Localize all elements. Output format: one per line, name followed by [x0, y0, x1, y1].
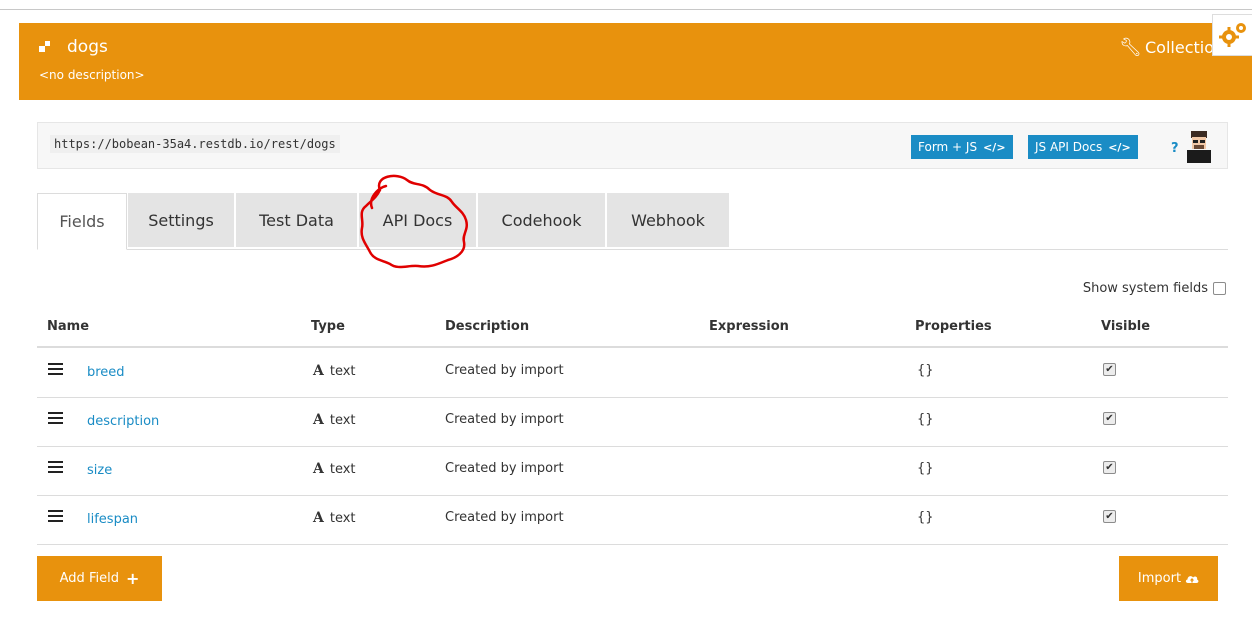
- endpoint-bar: https://bobean-35a4.restdb.io/rest/dogs …: [37, 122, 1228, 169]
- text-type-icon: A: [313, 363, 324, 379]
- cloud-upload-icon: [1185, 576, 1199, 583]
- collection-settings-link[interactable]: 🔧︎ Collectio: [1119, 37, 1214, 58]
- visible-checkbox[interactable]: ✔: [1103, 461, 1116, 474]
- field-description: Created by import: [445, 461, 564, 476]
- form-js-button[interactable]: Form + JS </>: [911, 135, 1013, 159]
- visible-checkbox[interactable]: ✔: [1103, 363, 1116, 376]
- field-name-link[interactable]: breed: [87, 365, 125, 380]
- field-properties: {}: [917, 412, 934, 427]
- field-type: Atext: [313, 363, 356, 379]
- column-header-visible: Visible: [1101, 319, 1151, 334]
- drag-handle-icon[interactable]: [48, 510, 63, 522]
- field-type: Atext: [313, 461, 356, 477]
- add-field-label: Add Field: [59, 571, 119, 586]
- field-description: Created by import: [445, 412, 564, 427]
- field-name-link[interactable]: lifespan: [87, 512, 138, 527]
- tab-fields[interactable]: Fields: [37, 193, 127, 250]
- collection-title: dogs: [39, 37, 108, 57]
- gears-icon: [1218, 23, 1246, 47]
- show-system-fields-checkbox[interactable]: [1213, 282, 1226, 295]
- tab-webhook[interactable]: Webhook: [607, 193, 729, 247]
- field-type-label: text: [329, 413, 356, 428]
- text-type-icon: A: [313, 510, 324, 526]
- drag-handle-icon[interactable]: [48, 363, 63, 375]
- form-js-label: Form + JS: [918, 140, 978, 154]
- user-avatar[interactable]: [1183, 129, 1215, 163]
- help-link[interactable]: ?: [1171, 141, 1179, 156]
- column-header-expression: Expression: [709, 319, 789, 334]
- collection-tabs: Fields Settings Test Data API Docs Codeh…: [37, 193, 1228, 250]
- collection-description: <no description>: [39, 68, 145, 82]
- show-system-fields[interactable]: Show system fields: [1083, 281, 1226, 296]
- column-header-type: Type: [311, 319, 345, 334]
- field-properties: {}: [917, 461, 934, 476]
- table-row: lifespan Atext Created by import {} ✔: [37, 496, 1228, 545]
- table-row: description Atext Created by import {} ✔: [37, 398, 1228, 447]
- show-system-fields-label: Show system fields: [1082, 281, 1208, 296]
- tab-api-docs[interactable]: API Docs: [359, 193, 476, 247]
- field-type-label: text: [329, 511, 356, 526]
- collection-settings-label: Collectio: [1145, 38, 1214, 57]
- field-name-link[interactable]: size: [87, 463, 112, 478]
- table-row: size Atext Created by import {} ✔: [37, 447, 1228, 496]
- field-type-label: text: [329, 462, 356, 477]
- collection-icon: [39, 40, 53, 54]
- collection-name: dogs: [67, 37, 108, 57]
- tab-settings[interactable]: Settings: [128, 193, 234, 247]
- add-field-button[interactable]: Add Field +: [37, 556, 162, 601]
- field-type-label: text: [329, 364, 356, 379]
- collection-header: dogs <no description> 🔧︎ Collectio: [19, 23, 1252, 100]
- fields-table-header: Name Type Description Expression Propert…: [37, 312, 1228, 348]
- field-properties: {}: [917, 363, 934, 378]
- import-label: Import: [1137, 571, 1182, 586]
- code-icon: </>: [983, 140, 1006, 154]
- text-type-icon: A: [313, 461, 324, 477]
- drag-handle-icon[interactable]: [48, 412, 63, 424]
- settings-gear-button[interactable]: [1212, 14, 1252, 56]
- js-api-docs-button[interactable]: JS API Docs </>: [1028, 135, 1138, 159]
- table-row: breed Atext Created by import {} ✔: [37, 349, 1228, 398]
- field-type: Atext: [313, 510, 356, 526]
- endpoint-url[interactable]: https://bobean-35a4.restdb.io/rest/dogs: [50, 135, 340, 153]
- column-header-name: Name: [47, 319, 90, 334]
- visible-checkbox[interactable]: ✔: [1103, 510, 1116, 523]
- tab-codehook[interactable]: Codehook: [478, 193, 605, 247]
- field-description: Created by import: [445, 363, 564, 378]
- drag-handle-icon[interactable]: [48, 461, 63, 473]
- text-type-icon: A: [313, 412, 324, 428]
- field-name-link[interactable]: description: [87, 414, 159, 429]
- plus-icon: +: [125, 569, 140, 588]
- top-divider: [0, 9, 1252, 10]
- column-header-description: Description: [445, 319, 530, 334]
- js-api-docs-label: JS API Docs: [1035, 140, 1103, 154]
- import-button[interactable]: Import: [1119, 556, 1218, 601]
- visible-checkbox[interactable]: ✔: [1103, 412, 1116, 425]
- code-icon: </>: [1108, 140, 1131, 154]
- field-type: Atext: [313, 412, 356, 428]
- field-properties: {}: [917, 510, 934, 525]
- wrench-icon: 🔧︎: [1119, 37, 1142, 58]
- column-header-properties: Properties: [915, 319, 992, 334]
- tab-test-data[interactable]: Test Data: [236, 193, 357, 247]
- field-description: Created by import: [445, 510, 564, 525]
